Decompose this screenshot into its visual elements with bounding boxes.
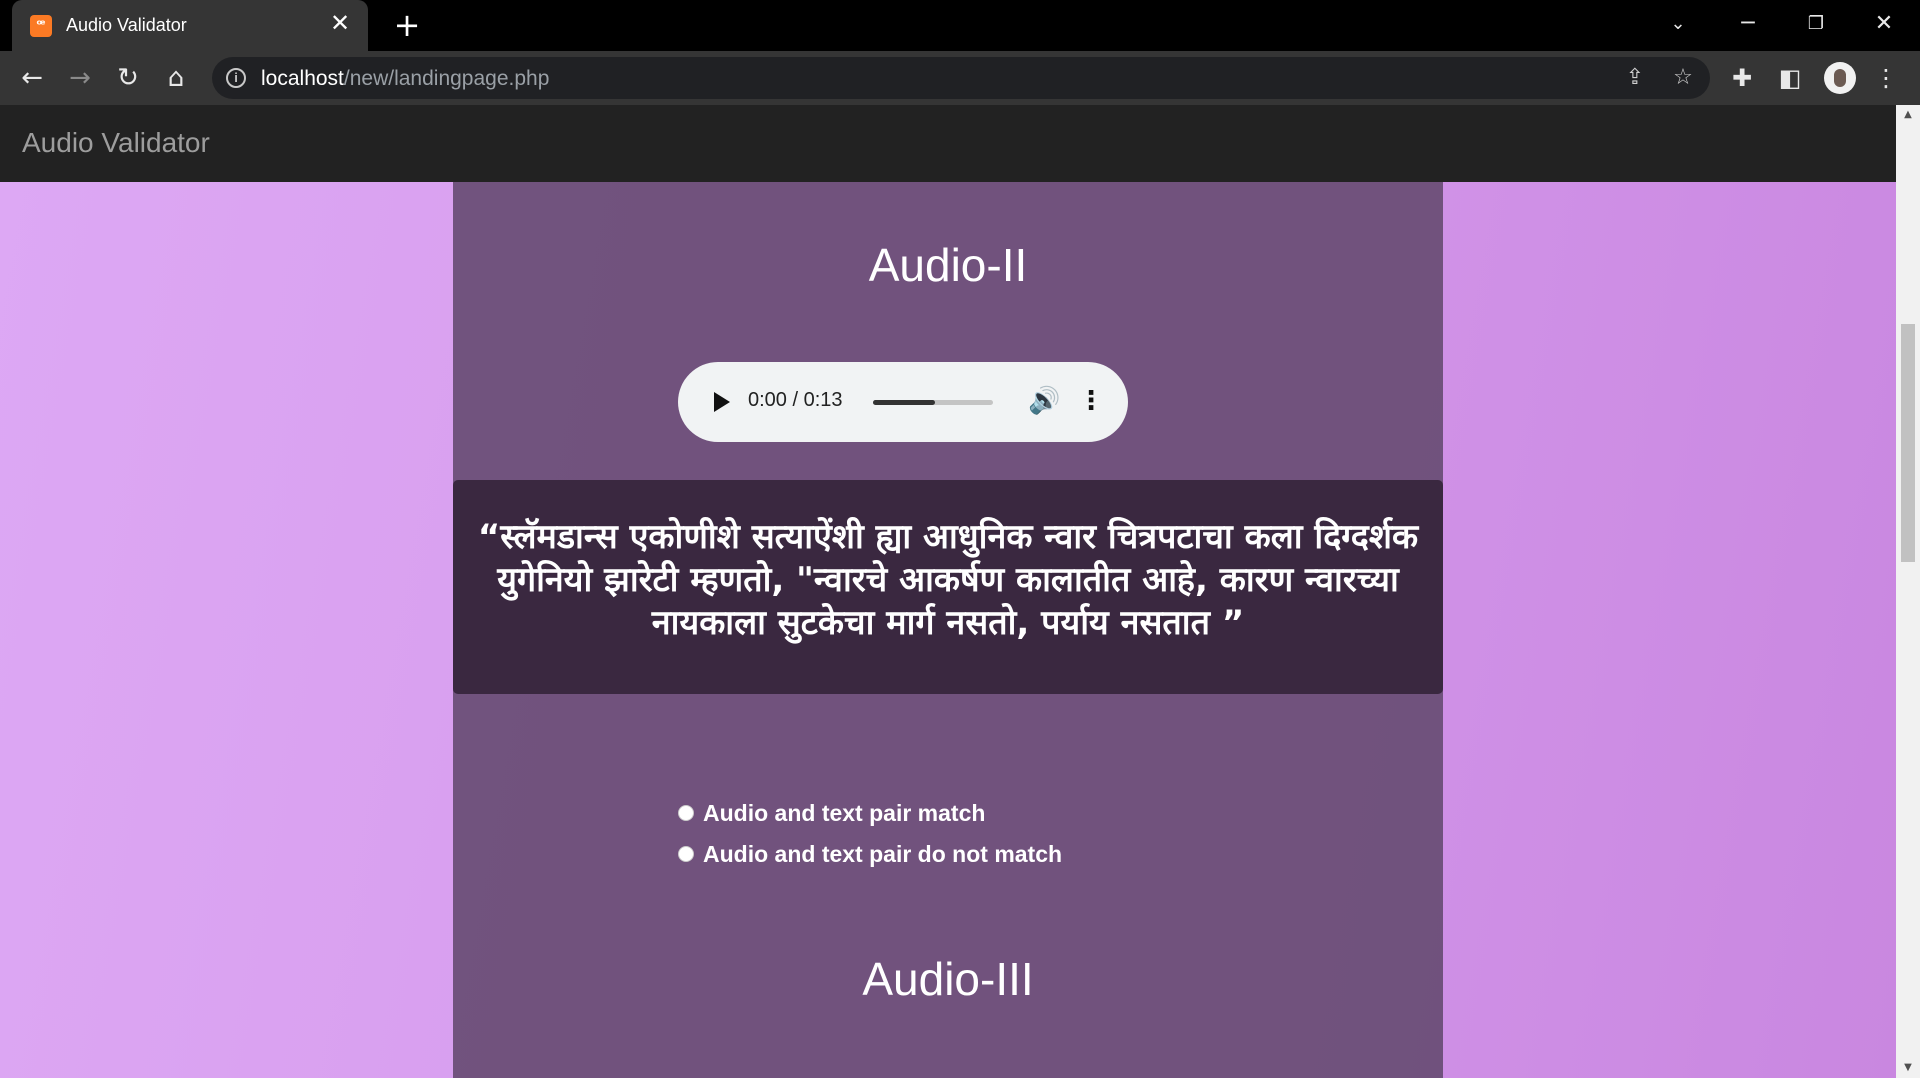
site-navbar: Audio Validator — [0, 105, 1896, 182]
audio-player[interactable]: 0:00 / 0:13 🔊 ⋮ — [678, 362, 1128, 442]
audio-progress-slider[interactable] — [873, 400, 993, 405]
play-icon[interactable] — [714, 392, 730, 412]
page-scrollbar[interactable]: ▲ ▼ — [1896, 105, 1920, 1078]
bookmark-star-icon[interactable]: ☆ — [1668, 63, 1698, 93]
minimize-icon[interactable]: ─ — [1718, 4, 1778, 44]
reload-icon[interactable]: ↻ — [110, 60, 146, 96]
window-close-icon[interactable]: ✕ — [1854, 4, 1914, 44]
extensions-icon[interactable]: ✚ — [1724, 60, 1760, 96]
url-host: localhost — [261, 67, 344, 90]
share-icon[interactable]: ⇪ — [1620, 63, 1650, 93]
restore-icon[interactable]: ❐ — [1786, 4, 1846, 44]
address-bar[interactable]: i localhost/new/landingpage.php ⇪ ☆ — [212, 57, 1710, 99]
radio-button[interactable] — [678, 805, 694, 821]
url-text[interactable]: localhost/new/landingpage.php — [261, 67, 549, 91]
scroll-down-icon[interactable]: ▼ — [1896, 1058, 1920, 1078]
back-icon[interactable]: ← — [14, 60, 50, 96]
tab-search-icon[interactable]: ⌄ — [1648, 4, 1708, 44]
more-options-icon[interactable]: ⋮ — [1078, 386, 1104, 416]
navbar-brand[interactable]: Audio Validator — [22, 127, 210, 159]
audio-progress-fill — [873, 400, 936, 405]
home-icon[interactable]: ⌂ — [158, 60, 194, 96]
close-tab-icon[interactable]: ✕ — [326, 10, 354, 38]
tab-strip: ꟹ Audio Validator ✕ + ⌄ ─ ❐ ✕ — [0, 0, 1920, 51]
scroll-thumb[interactable] — [1901, 324, 1915, 562]
scroll-up-icon[interactable]: ▲ — [1896, 105, 1920, 125]
validation-panel: Audio-II 0:00 / 0:13 🔊 ⋮ “स्लॅमडान्स एको… — [453, 182, 1443, 1078]
page-viewport: Audio Validator Audio-II 0:00 / 0:13 🔊 ⋮… — [0, 105, 1896, 1078]
radio-button[interactable] — [678, 846, 694, 862]
menu-kebab-icon[interactable]: ⋮ — [1868, 60, 1904, 96]
browser-tab[interactable]: ꟹ Audio Validator ✕ — [12, 0, 368, 51]
xampp-icon: ꟹ — [30, 15, 52, 37]
audio-heading: Audio-II — [868, 239, 1028, 291]
audio-time: 0:00 / 0:13 — [748, 389, 843, 411]
side-panel-icon[interactable]: ◧ — [1772, 60, 1808, 96]
volume-icon[interactable]: 🔊 — [1028, 386, 1060, 416]
tab-title: Audio Validator — [66, 15, 187, 35]
option-label[interactable]: Audio and text pair match — [703, 800, 985, 827]
profile-avatar[interactable] — [1824, 62, 1856, 94]
next-audio-heading: Audio-III — [862, 953, 1034, 1005]
new-tab-icon[interactable]: + — [390, 8, 424, 42]
url-path: /new/landingpage.php — [343, 67, 550, 90]
site-info-icon[interactable]: i — [226, 68, 246, 88]
option-label[interactable]: Audio and text pair do not match — [703, 841, 1062, 868]
transcript-text: “स्लॅमडान्स एकोणीशे सत्याऐंशी ह्या आधुनि… — [477, 517, 1419, 643]
transcript-box: “स्लॅमडान्स एकोणीशे सत्याऐंशी ह्या आधुनि… — [453, 480, 1443, 694]
forward-icon[interactable]: → — [62, 60, 98, 96]
